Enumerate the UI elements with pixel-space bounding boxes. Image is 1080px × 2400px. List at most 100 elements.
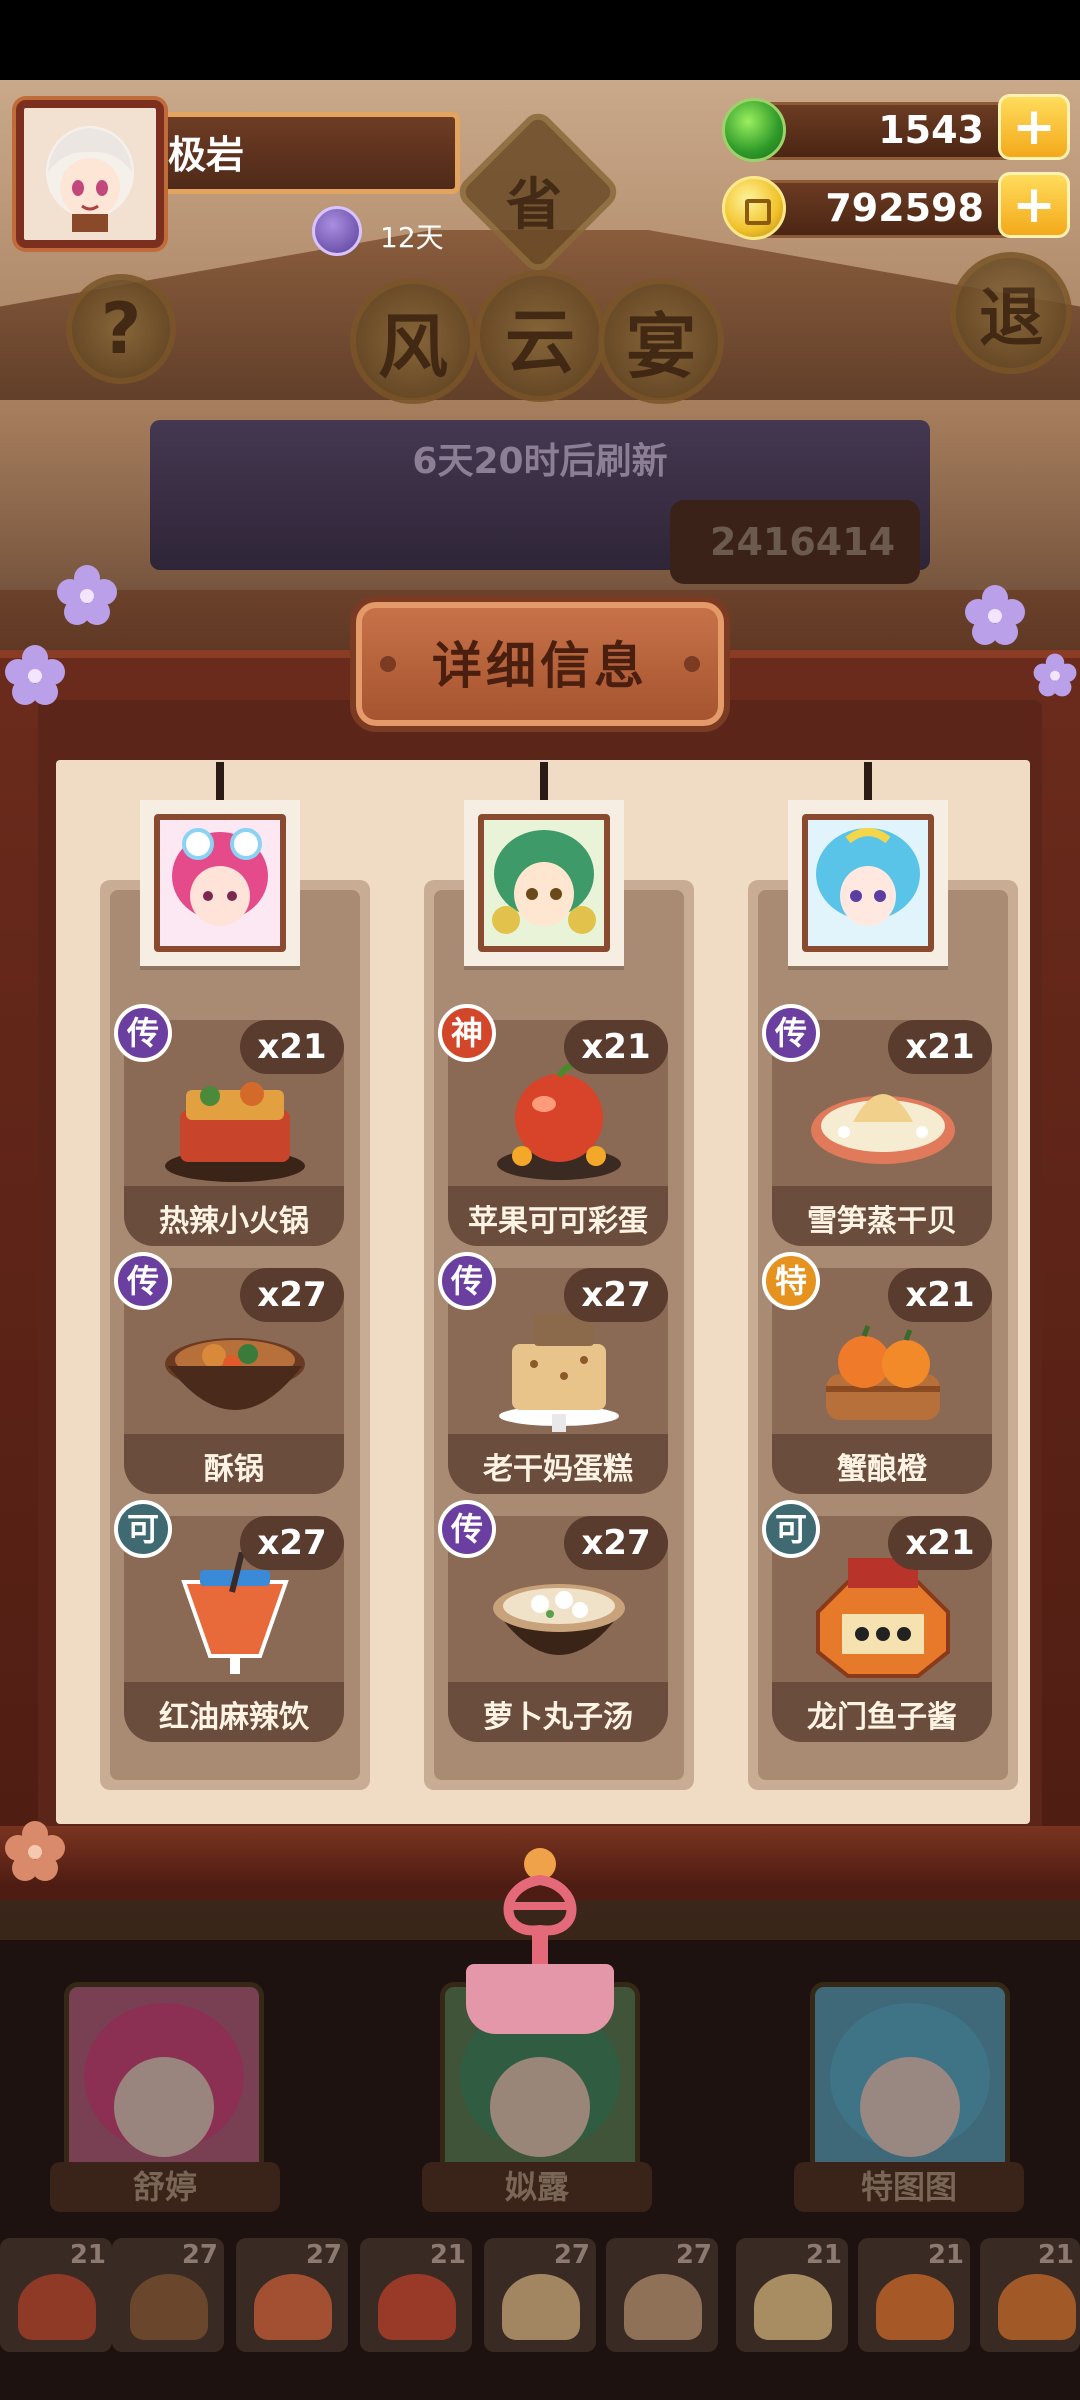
dish-card[interactable]: 萝卜丸子汤 x27 传 xyxy=(438,1500,668,1742)
crab-orange-steamer-icon xyxy=(826,1325,940,1420)
player-name: 极岩 xyxy=(168,133,245,177)
mini-dish-slot[interactable]: 21 xyxy=(980,2238,1080,2352)
mini-dish-slot[interactable]: 27 xyxy=(112,2238,224,2352)
add-coin-button[interactable]: + xyxy=(998,172,1070,238)
dish-card[interactable]: 蟹酿橙 x21 特 xyxy=(762,1252,992,1494)
dish-card[interactable]: 苹果可可彩蛋 x21 神 xyxy=(438,1004,668,1246)
flower-icon xyxy=(5,1821,65,1881)
portrait-string xyxy=(540,762,548,802)
dish-card[interactable]: 龙门鱼子酱 x21 可 xyxy=(762,1500,992,1742)
event-title-char-2: 云 xyxy=(474,270,606,402)
caviar-box-icon xyxy=(998,2274,1076,2340)
dish-quantity: x21 xyxy=(888,1516,992,1570)
rarity-badge: 特 xyxy=(762,1252,820,1310)
dish-name: 萝卜丸子汤 xyxy=(483,1700,633,1735)
character-name-label: 舒婷 xyxy=(50,2162,280,2212)
flower-icon xyxy=(5,645,65,705)
apple-cocoa-egg-icon xyxy=(378,2274,456,2340)
rarity-badge: 传 xyxy=(438,1252,496,1310)
mini-dish-count: 27 xyxy=(181,2240,218,2270)
portrait-frame xyxy=(478,814,610,952)
character-portrait-silu xyxy=(464,800,624,966)
rarity-badge: 传 xyxy=(114,1004,172,1062)
mini-dish-slot[interactable]: 27 xyxy=(484,2238,596,2352)
hotpot-box-icon xyxy=(18,2274,96,2340)
coin-amount: 792598 xyxy=(825,186,984,230)
days-badge-icon xyxy=(312,206,362,256)
days-count: 12天 xyxy=(380,221,444,254)
add-jade-button[interactable]: + xyxy=(998,94,1070,160)
mini-dish-slot[interactable]: 21 xyxy=(360,2238,472,2352)
character-portrait-tetutu xyxy=(788,800,948,966)
pink-hair-chef-icon xyxy=(160,820,280,946)
dish-name: 红油麻辣饮 xyxy=(159,1700,309,1735)
panel-title: 详细信息 xyxy=(432,637,648,695)
portrait-frame xyxy=(802,814,934,952)
character-card-shuting[interactable] xyxy=(64,1982,264,2182)
portrait-string xyxy=(216,762,224,802)
province-char: 省 xyxy=(506,173,562,238)
hotpot-box-icon xyxy=(165,1082,305,1182)
dish-name: 苹果可可彩蛋 xyxy=(468,1204,648,1239)
dish-card[interactable]: 热辣小火锅 x21 传 xyxy=(114,1004,344,1246)
mini-dish-slot[interactable]: 21 xyxy=(736,2238,848,2352)
score-display: 2416414 xyxy=(670,500,920,584)
dish-name: 蟹酿橙 xyxy=(837,1452,927,1487)
radish-ball-soup-icon xyxy=(493,1584,625,1655)
dish-card[interactable]: 酥锅 x27 传 xyxy=(114,1252,344,1494)
rarity-badge: 传 xyxy=(114,1252,172,1310)
clay-pot-stew-icon xyxy=(130,2274,208,2340)
dish-quantity: x27 xyxy=(564,1516,668,1570)
player-avatar[interactable] xyxy=(16,100,164,248)
flower-icon xyxy=(57,565,117,625)
cake-icon xyxy=(502,2274,580,2340)
flower-icon xyxy=(965,585,1025,645)
mini-dish-count: 21 xyxy=(1037,2240,1074,2270)
rarity-badge: 神 xyxy=(438,1004,496,1062)
avatar-face-icon xyxy=(46,126,134,232)
cake-icon xyxy=(499,1314,619,1432)
dish-card[interactable]: 雪笋蒸干贝 x21 传 xyxy=(762,1004,992,1246)
event-title-char-1: 风 xyxy=(350,278,476,404)
crab-orange-steamer-icon xyxy=(876,2274,954,2340)
event-title-char-3: 宴 xyxy=(598,278,724,404)
dish-card[interactable]: 老干妈蛋糕 x27 传 xyxy=(438,1252,668,1494)
status-strip xyxy=(0,0,1080,80)
dish-quantity: x21 xyxy=(888,1020,992,1074)
mini-dish-count: 21 xyxy=(429,2240,466,2270)
steamed-scallop-icon xyxy=(754,2274,832,2340)
green-hair-chef-icon xyxy=(484,820,604,946)
dish-name: 龙门鱼子酱 xyxy=(807,1700,957,1735)
mini-dish-slot[interactable]: 27 xyxy=(236,2238,348,2352)
knot-tassel xyxy=(466,1964,614,2034)
portrait-frame xyxy=(154,814,286,952)
flower-icon xyxy=(1033,653,1077,697)
dish-quantity: x21 xyxy=(564,1020,668,1074)
pink-hair-chef-icon xyxy=(84,2003,244,2157)
character-name-label: 姒露 xyxy=(422,2162,652,2212)
mini-dish-slot[interactable]: 27 xyxy=(606,2238,718,2352)
character-portrait-shuting xyxy=(140,800,300,966)
help-button[interactable]: ? xyxy=(66,274,176,384)
dish-quantity: x21 xyxy=(888,1268,992,1322)
mini-dish-slot[interactable]: 21 xyxy=(0,2238,112,2352)
mini-dish-count: 27 xyxy=(553,2240,590,2270)
game-screen: 省 ? 退 风 云 宴 6天20时后刷新 2416414 极岩 12天 1543… xyxy=(0,0,1080,2400)
spicy-drink-cup-icon xyxy=(254,2274,332,2340)
exit-button[interactable]: 退 xyxy=(950,252,1072,374)
character-card-tetutu[interactable] xyxy=(810,1982,1010,2182)
mini-dish-count: 21 xyxy=(927,2240,964,2270)
mini-dish-count: 21 xyxy=(805,2240,842,2270)
dish-name: 酥锅 xyxy=(204,1452,264,1487)
dish-quantity: x27 xyxy=(240,1268,344,1322)
dish-quantity: x21 xyxy=(240,1020,344,1074)
mini-dish-count: 21 xyxy=(69,2240,106,2270)
rarity-badge: 传 xyxy=(438,1500,496,1558)
mini-dish-slot[interactable]: 21 xyxy=(858,2238,970,2352)
dish-card[interactable]: 红油麻辣饮 x27 可 xyxy=(114,1500,344,1742)
radish-ball-soup-icon xyxy=(624,2274,702,2340)
blue-hair-chef-icon xyxy=(830,2003,990,2157)
mini-dish-count: 27 xyxy=(305,2240,342,2270)
clay-pot-stew-icon xyxy=(165,1338,305,1410)
rarity-badge: 可 xyxy=(114,1500,172,1558)
